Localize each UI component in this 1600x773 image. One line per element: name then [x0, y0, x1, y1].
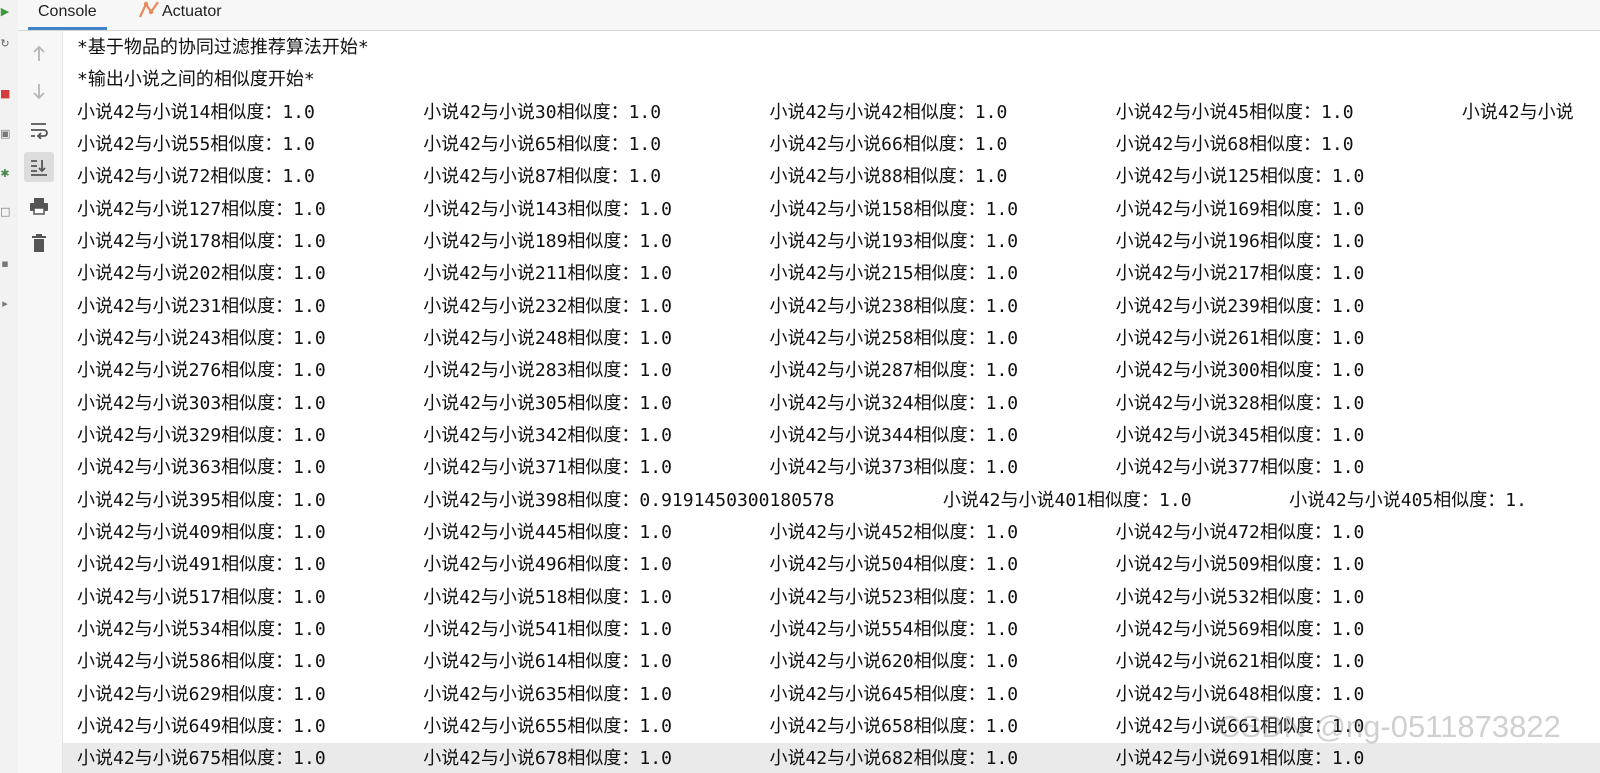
- console-line: 小说42与小说517相似度：1.0 小说42与小说518相似度：1.0 小说42…: [77, 587, 1365, 608]
- print-icon: [30, 198, 48, 215]
- console-line: 小说42与小说649相似度：1.0 小说42与小说655相似度：1.0 小说42…: [77, 716, 1365, 737]
- tab-label: Console: [38, 3, 97, 20]
- clear-all-button[interactable]: [24, 228, 54, 258]
- console-line: *基于物品的协同过滤推荐算法开始*: [77, 37, 369, 58]
- console-line: 小说42与小说586相似度：1.0 小说42与小说614相似度：1.0 小说42…: [77, 651, 1365, 672]
- scroll-to-end-icon: [31, 160, 47, 176]
- console-line: 小说42与小说363相似度：1.0 小说42与小说371相似度：1.0 小说42…: [77, 457, 1365, 478]
- console-line: 小说42与小说276相似度：1.0 小说42与小说283相似度：1.0 小说42…: [77, 360, 1365, 381]
- pin-icon[interactable]: ▸: [0, 298, 10, 310]
- console-line: 小说42与小说534相似度：1.0 小说42与小说541相似度：1.0 小说42…: [77, 619, 1365, 640]
- console-line: 小说42与小说127相似度：1.0 小说42与小说143相似度：1.0 小说42…: [77, 199, 1365, 220]
- console-line: 小说42与小说231相似度：1.0 小说42与小说232相似度：1.0 小说42…: [77, 296, 1365, 317]
- console-line-current: 小说42与小说675相似度：1.0 小说42与小说678相似度：1.0 小说42…: [63, 743, 1600, 773]
- console-line: 小说42与小说629相似度：1.0 小说42与小说635相似度：1.0 小说42…: [77, 684, 1365, 705]
- console-line: 小说42与小说72相似度：1.0 小说42与小说87相似度：1.0 小说42与小…: [77, 166, 1365, 187]
- actuator-icon: [138, 0, 160, 20]
- console-line: 小说42与小说202相似度：1.0 小说42与小说211相似度：1.0 小说42…: [77, 263, 1365, 284]
- dump-threads-icon[interactable]: □: [0, 206, 10, 218]
- console-line: *输出小说之间的相似度开始*: [77, 69, 315, 90]
- tab-console[interactable]: Console: [28, 0, 107, 30]
- console-line: 小说42与小说303相似度：1.0 小说42与小说305相似度：1.0 小说42…: [77, 393, 1365, 414]
- watermark: CSDN @ng-0511873822: [1218, 709, 1561, 744]
- rerun-icon[interactable]: ↻: [0, 38, 10, 50]
- console-line: 小说42与小说409相似度：1.0 小说42与小说445相似度：1.0 小说42…: [77, 522, 1365, 543]
- debug-icon[interactable]: ✱: [0, 168, 10, 180]
- console-line: 小说42与小说395相似度：1.0 小说42与小说398相似度：0.919145…: [77, 490, 1527, 511]
- soft-wrap-icon: [31, 123, 48, 139]
- scroll-down-button[interactable]: [24, 76, 54, 106]
- scroll-up-icon: [33, 45, 45, 61]
- console-line: 小说42与小说243相似度：1.0 小说42与小说248相似度：1.0 小说42…: [77, 328, 1365, 349]
- soft-wrap-button[interactable]: [24, 115, 54, 145]
- settings-icon[interactable]: ▪: [0, 258, 10, 270]
- console-line: 小说42与小说14相似度：1.0 小说42与小说30相似度：1.0 小说42与小…: [77, 102, 1574, 123]
- scroll-to-end-button[interactable]: [24, 152, 54, 182]
- console-output[interactable]: *基于物品的协同过滤推荐算法开始* *输出小说之间的相似度开始* 小说42与小说…: [63, 31, 1600, 773]
- stop-icon[interactable]: ■: [0, 88, 10, 100]
- left-edge-strip: ▶ ↻ ■ ▣ ✱ □ ▪ ▸: [0, 0, 19, 773]
- scroll-up-button[interactable]: [24, 39, 54, 69]
- console-line: 小说42与小说178相似度：1.0 小说42与小说189相似度：1.0 小说42…: [77, 231, 1365, 252]
- scroll-down-icon: [33, 84, 45, 100]
- print-button[interactable]: [24, 191, 54, 221]
- tab-actuator[interactable]: Actuator: [130, 0, 230, 27]
- tab-label: Actuator: [162, 3, 222, 20]
- console-line: 小说42与小说55相似度：1.0 小说42与小说65相似度：1.0 小说42与小…: [77, 134, 1354, 155]
- console-line: 小说42与小说329相似度：1.0 小说42与小说342相似度：1.0 小说42…: [77, 425, 1365, 446]
- clear-all-icon: [32, 234, 46, 252]
- tab-bar: Console Actuator: [18, 0, 1600, 31]
- console-line: 小说42与小说491相似度：1.0 小说42与小说496相似度：1.0 小说42…: [77, 554, 1365, 575]
- console-toolbar: [18, 31, 63, 773]
- restore-layout-icon[interactable]: ▣: [0, 128, 10, 140]
- run-icon[interactable]: ▶: [0, 6, 10, 18]
